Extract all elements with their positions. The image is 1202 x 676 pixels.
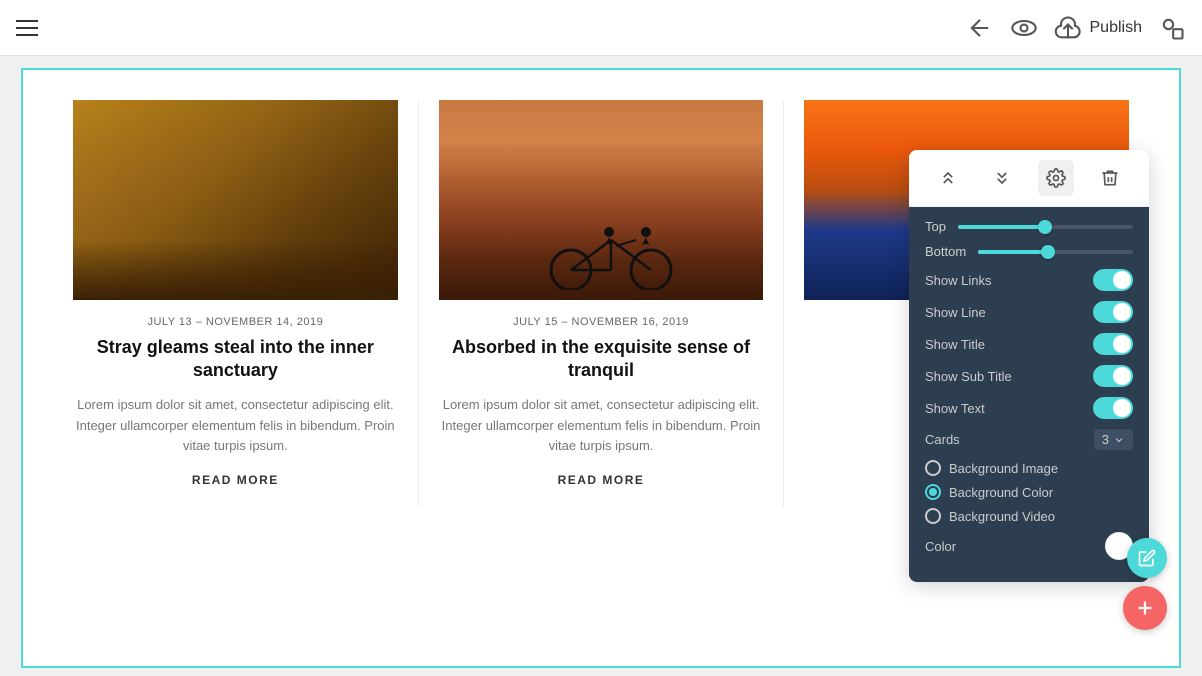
bottom-label: Bottom [925,244,966,259]
show-text-row: Show Text [925,397,1133,419]
card-1-image [73,100,398,300]
bg-color-radio[interactable] [925,484,941,500]
color-row: Color [925,532,1133,560]
show-sub-title-toggle[interactable] [1093,365,1133,387]
show-title-row: Show Title [925,333,1133,355]
top-label: Top [925,219,946,234]
bg-video-row: Background Video [925,508,1133,524]
hamburger-menu-icon[interactable] [16,20,38,36]
top-slider[interactable] [958,225,1133,229]
cards-label: Cards [925,432,960,447]
card-1-title: Stray gleams steal into the inner sanctu… [73,336,398,383]
color-label: Color [925,539,956,554]
bg-image-row: Background Image [925,460,1133,476]
show-sub-title-row: Show Sub Title [925,365,1133,387]
show-sub-title-label: Show Sub Title [925,369,1012,384]
move-down-button[interactable] [984,160,1020,196]
card-2-date: JULY 15 – NOVEMBER 16, 2019 [439,316,764,328]
cards-select[interactable]: 3 [1094,429,1133,450]
show-title-label: Show Title [925,337,985,352]
card-2-text: Lorem ipsum dolor sit amet, consectetur … [439,395,764,457]
bottom-row: Bottom [925,244,1133,259]
cards-value: 3 [1102,432,1109,447]
publish-label: Publish [1090,19,1142,37]
card-1-read-more[interactable]: READ MORE [73,473,398,487]
bottom-slider[interactable] [978,250,1133,254]
toolbar-icons-row [909,150,1149,207]
topbar-left [16,20,38,36]
show-text-label: Show Text [925,401,985,416]
show-links-toggle[interactable] [1093,269,1133,291]
show-links-row: Show Links [925,269,1133,291]
delete-button[interactable] [1092,160,1128,196]
show-title-toggle[interactable] [1093,333,1133,355]
canvas-area: JULY 13 – NOVEMBER 14, 2019 Stray gleams… [21,68,1181,668]
card-2: JULY 15 – NOVEMBER 16, 2019 Absorbed in … [419,100,785,507]
back-icon[interactable] [966,14,994,42]
preview-icon[interactable] [1010,14,1038,42]
show-text-toggle[interactable] [1093,397,1133,419]
top-row: Top [925,219,1133,234]
show-line-label: Show Line [925,305,986,320]
publish-button[interactable]: Publish [1054,14,1142,42]
topbar: Publish [0,0,1202,56]
shapes-icon[interactable] [1158,14,1186,42]
card-1: JULY 13 – NOVEMBER 14, 2019 Stray gleams… [53,100,419,507]
floating-toolbar: Top Bottom [909,150,1149,582]
settings-button[interactable] [1038,160,1074,196]
bg-color-label: Background Color [949,485,1053,500]
bg-video-radio[interactable] [925,508,941,524]
bg-image-radio[interactable] [925,460,941,476]
card-2-read-more[interactable]: READ MORE [439,473,764,487]
fab-add-button[interactable] [1123,586,1167,630]
bg-color-row: Background Color [925,484,1133,500]
card-1-text: Lorem ipsum dolor sit amet, consectetur … [73,395,398,457]
settings-panel: Top Bottom [909,207,1149,582]
card-1-date: JULY 13 – NOVEMBER 14, 2019 [73,316,398,328]
fab-edit-button[interactable] [1127,538,1167,578]
card-2-title: Absorbed in the exquisite sense of tranq… [439,336,764,383]
bg-video-label: Background Video [949,509,1055,524]
show-line-row: Show Line [925,301,1133,323]
show-links-label: Show Links [925,273,991,288]
topbar-right: Publish [966,14,1186,42]
card-2-image [439,100,764,300]
bg-image-label: Background Image [949,461,1058,476]
show-line-toggle[interactable] [1093,301,1133,323]
cards-row: Cards 3 [925,429,1133,450]
move-up-button[interactable] [930,160,966,196]
